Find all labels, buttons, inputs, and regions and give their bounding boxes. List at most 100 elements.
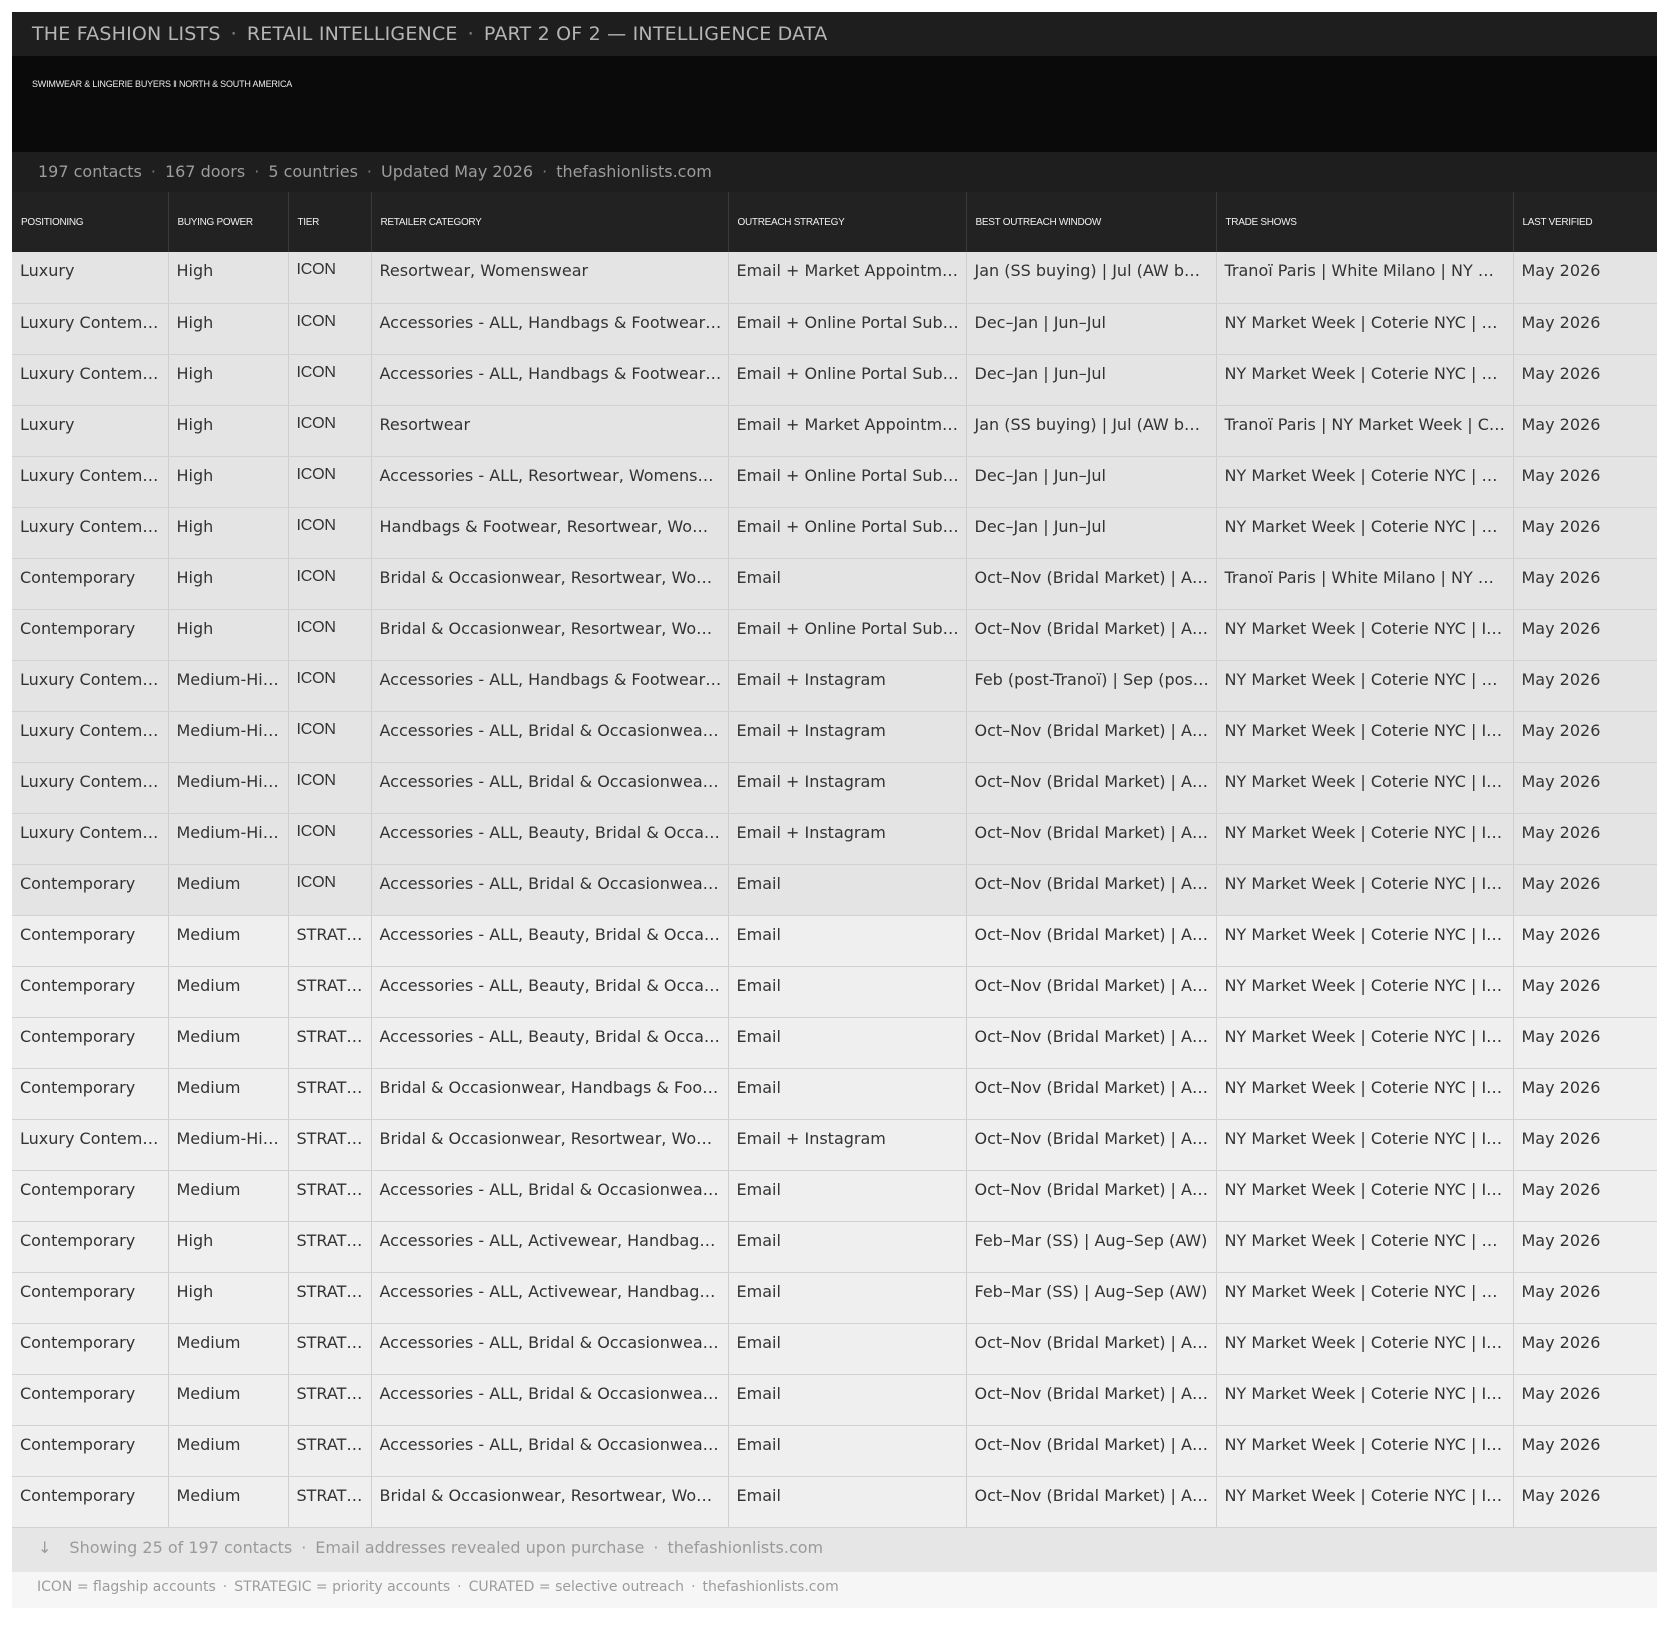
table-row[interactable]: Contemporary High STRAT… Accessories - ALL,…: [12, 1221, 1657, 1273]
table-row[interactable]: Luxury High ICON Resortwear, Womenswear Emai…: [12, 252, 1657, 304]
legend-curated: CURATED = selective outreach: [468, 1578, 685, 1595]
table-row[interactable]: Luxury Contem… Medium-Hi… ICON Accessories …: [12, 762, 1657, 814]
cell-positioning: Contemporary: [12, 1374, 169, 1426]
table-row[interactable]: Contemporary Medium STRAT… Bridal & Occasio…: [12, 1068, 1657, 1120]
cell-buying-power: Medium-Hi…: [168, 762, 289, 814]
table-row[interactable]: Luxury Contem… High ICON Accessories - ALL,…: [12, 303, 1657, 355]
contacts-table: POSITIONING BUYING POWER TIER RETAILER C…: [12, 192, 1657, 1528]
intelligence-sheet: THE FASHION LISTS · RETAIL INTELLIGENCE · PA…: [12, 12, 1657, 1608]
table-row[interactable]: Luxury Contem… Medium-Hi… ICON Accessories …: [12, 813, 1657, 865]
cell-outreach-strategy: Email + Online Portal Sub…: [728, 456, 967, 508]
footer-separator: ·: [301, 1537, 307, 1557]
cell-positioning: Luxury Contem…: [12, 507, 169, 559]
table-row[interactable]: Luxury Contem… Medium-Hi… STRAT… Bridal & O…: [12, 1119, 1657, 1171]
cell-tier: ICON: [288, 813, 372, 865]
cell-outreach-window: Oct–Nov (Bridal Market) | A…: [966, 1476, 1217, 1528]
cell-last-verified: May 2026: [1513, 1170, 1657, 1222]
table-row[interactable]: Contemporary High STRAT… Accessories - ALL,…: [12, 1272, 1657, 1324]
cell-positioning: Luxury Contem…: [12, 456, 169, 508]
table-row[interactable]: Luxury High ICON Resortwear Email + Market A…: [12, 405, 1657, 457]
cell-outreach-window: Oct–Nov (Bridal Market) | A…: [966, 864, 1217, 916]
column-header-outreach-strategy[interactable]: OUTREACH STRATEGY: [728, 192, 967, 252]
footer-separator: ·: [653, 1537, 659, 1557]
cell-last-verified: May 2026: [1513, 456, 1657, 508]
table-row[interactable]: Contemporary Medium STRAT… Accessories - AL…: [12, 1374, 1657, 1426]
table-row[interactable]: Contemporary Medium STRAT… Accessories - AL…: [12, 966, 1657, 1018]
footer-site-link[interactable]: thefashionlists.com: [667, 1538, 823, 1557]
column-header-retailer-category[interactable]: RETAILER CATEGORY: [371, 192, 729, 252]
stat-site: thefashionlists.com: [556, 162, 712, 181]
cell-positioning: Luxury Contem…: [12, 354, 169, 406]
cell-last-verified: May 2026: [1513, 405, 1657, 457]
cell-buying-power: High: [168, 609, 289, 661]
brand-title: THE FASHION LISTS: [32, 23, 221, 45]
stat-countries: 5 countries: [268, 162, 358, 181]
cell-buying-power: High: [168, 303, 289, 355]
cell-tier: ICON: [288, 252, 372, 304]
cell-outreach-window: Oct–Nov (Bridal Market) | A…: [966, 813, 1217, 865]
table-row[interactable]: Contemporary Medium STRAT… Accessories - AL…: [12, 1425, 1657, 1477]
cell-trade-shows: NY Market Week | Coterie NYC | I…: [1216, 1170, 1514, 1222]
cell-trade-shows: NY Market Week | Coterie NYC | I…: [1216, 813, 1514, 865]
table-row[interactable]: Luxury Contem… Medium-Hi… ICON Accessories …: [12, 711, 1657, 763]
cell-positioning: Contemporary: [12, 1425, 169, 1477]
table-row[interactable]: Contemporary Medium STRAT… Accessories - AL…: [12, 1017, 1657, 1069]
cell-outreach-window: Jan (SS buying) | Jul (AW bu…: [966, 252, 1217, 304]
column-header-trade-shows[interactable]: TRADE SHOWS: [1216, 192, 1514, 252]
column-header-buying-power[interactable]: BUYING POWER: [168, 192, 289, 252]
cell-outreach-strategy: Email: [728, 1170, 967, 1222]
cell-buying-power: Medium: [168, 864, 289, 916]
cell-positioning: Luxury Contem…: [12, 762, 169, 814]
title-separator: ·: [467, 23, 474, 45]
cell-trade-shows: NY Market Week | Coterie NYC | C…: [1216, 1272, 1514, 1324]
legend-separator: ·: [222, 1578, 228, 1595]
cell-outreach-window: Jan (SS buying) | Jul (AW bu…: [966, 405, 1217, 457]
stats-bar: 197 contacts · 167 doors · 5 countries · Updat…: [12, 152, 1657, 192]
column-header-positioning[interactable]: POSITIONING: [12, 192, 169, 252]
table-row[interactable]: Contemporary Medium STRAT… Accessories - AL…: [12, 1170, 1657, 1222]
cell-buying-power: Medium: [168, 1170, 289, 1222]
cell-outreach-strategy: Email: [728, 864, 967, 916]
cell-last-verified: May 2026: [1513, 864, 1657, 916]
table-row[interactable]: Contemporary Medium STRAT… Accessories - AL…: [12, 1323, 1657, 1375]
cell-last-verified: May 2026: [1513, 1323, 1657, 1375]
column-header-last-verified[interactable]: LAST VERIFIED: [1513, 192, 1657, 252]
stat-updated: Updated May 2026: [381, 162, 534, 181]
cell-outreach-window: Oct–Nov (Bridal Market) | A…: [966, 711, 1217, 763]
cell-last-verified: May 2026: [1513, 303, 1657, 355]
cell-positioning: Luxury: [12, 405, 169, 457]
cell-tier: STRAT…: [288, 1272, 372, 1324]
table-row[interactable]: Contemporary Medium STRAT… Accessories - AL…: [12, 915, 1657, 967]
cell-trade-shows: NY Market Week | Coterie NYC | C…: [1216, 1221, 1514, 1273]
footer-bar: ↓ Showing 25 of 197 contacts · Email addres…: [12, 1527, 1657, 1572]
cell-trade-shows: NY Market Week | Coterie NYC | I…: [1216, 1476, 1514, 1528]
cell-tier: ICON: [288, 456, 372, 508]
table-row[interactable]: Luxury Contem… High ICON Handbags & Footwea…: [12, 507, 1657, 559]
cell-outreach-window: Oct–Nov (Bridal Market) | A…: [966, 966, 1217, 1018]
column-header-best-outreach-window[interactable]: BEST OUTREACH WINDOW: [966, 192, 1217, 252]
legend-site-link[interactable]: thefashionlists.com: [703, 1579, 839, 1595]
legend-bar: ICON = flagship accounts · STRATEGIC = pri…: [12, 1571, 1657, 1608]
table-row[interactable]: Contemporary Medium STRAT… Bridal & Occasio…: [12, 1476, 1657, 1528]
cell-positioning: Contemporary: [12, 1068, 169, 1120]
cell-outreach-strategy: Email + Online Portal Sub…: [728, 507, 967, 559]
cell-tier: STRAT…: [288, 1170, 372, 1222]
table-row[interactable]: Contemporary High ICON Bridal & Occasionwea…: [12, 609, 1657, 661]
column-header-tier[interactable]: TIER: [288, 192, 372, 252]
cell-tier: ICON: [288, 558, 372, 610]
cell-buying-power: Medium: [168, 1425, 289, 1477]
cell-tier: STRAT…: [288, 1323, 372, 1375]
cell-positioning: Contemporary: [12, 1221, 169, 1273]
cell-buying-power: Medium: [168, 1068, 289, 1120]
cell-trade-shows: NY Market Week | Coterie NYC | I…: [1216, 966, 1514, 1018]
cell-outreach-strategy: Email: [728, 1221, 967, 1273]
table-row[interactable]: Luxury Contem… Medium-Hi… ICON Accessories …: [12, 660, 1657, 712]
table-row[interactable]: Contemporary Medium ICON Accessories - ALL,…: [12, 864, 1657, 916]
down-arrow-icon: ↓: [38, 1537, 52, 1557]
table-row[interactable]: Luxury Contem… High ICON Accessories - ALL,…: [12, 456, 1657, 508]
cell-buying-power: Medium: [168, 1017, 289, 1069]
table-row[interactable]: Luxury Contem… High ICON Accessories - ALL,…: [12, 354, 1657, 406]
cell-buying-power: High: [168, 456, 289, 508]
cell-last-verified: May 2026: [1513, 660, 1657, 712]
table-row[interactable]: Contemporary High ICON Bridal & Occasionwea…: [12, 558, 1657, 610]
